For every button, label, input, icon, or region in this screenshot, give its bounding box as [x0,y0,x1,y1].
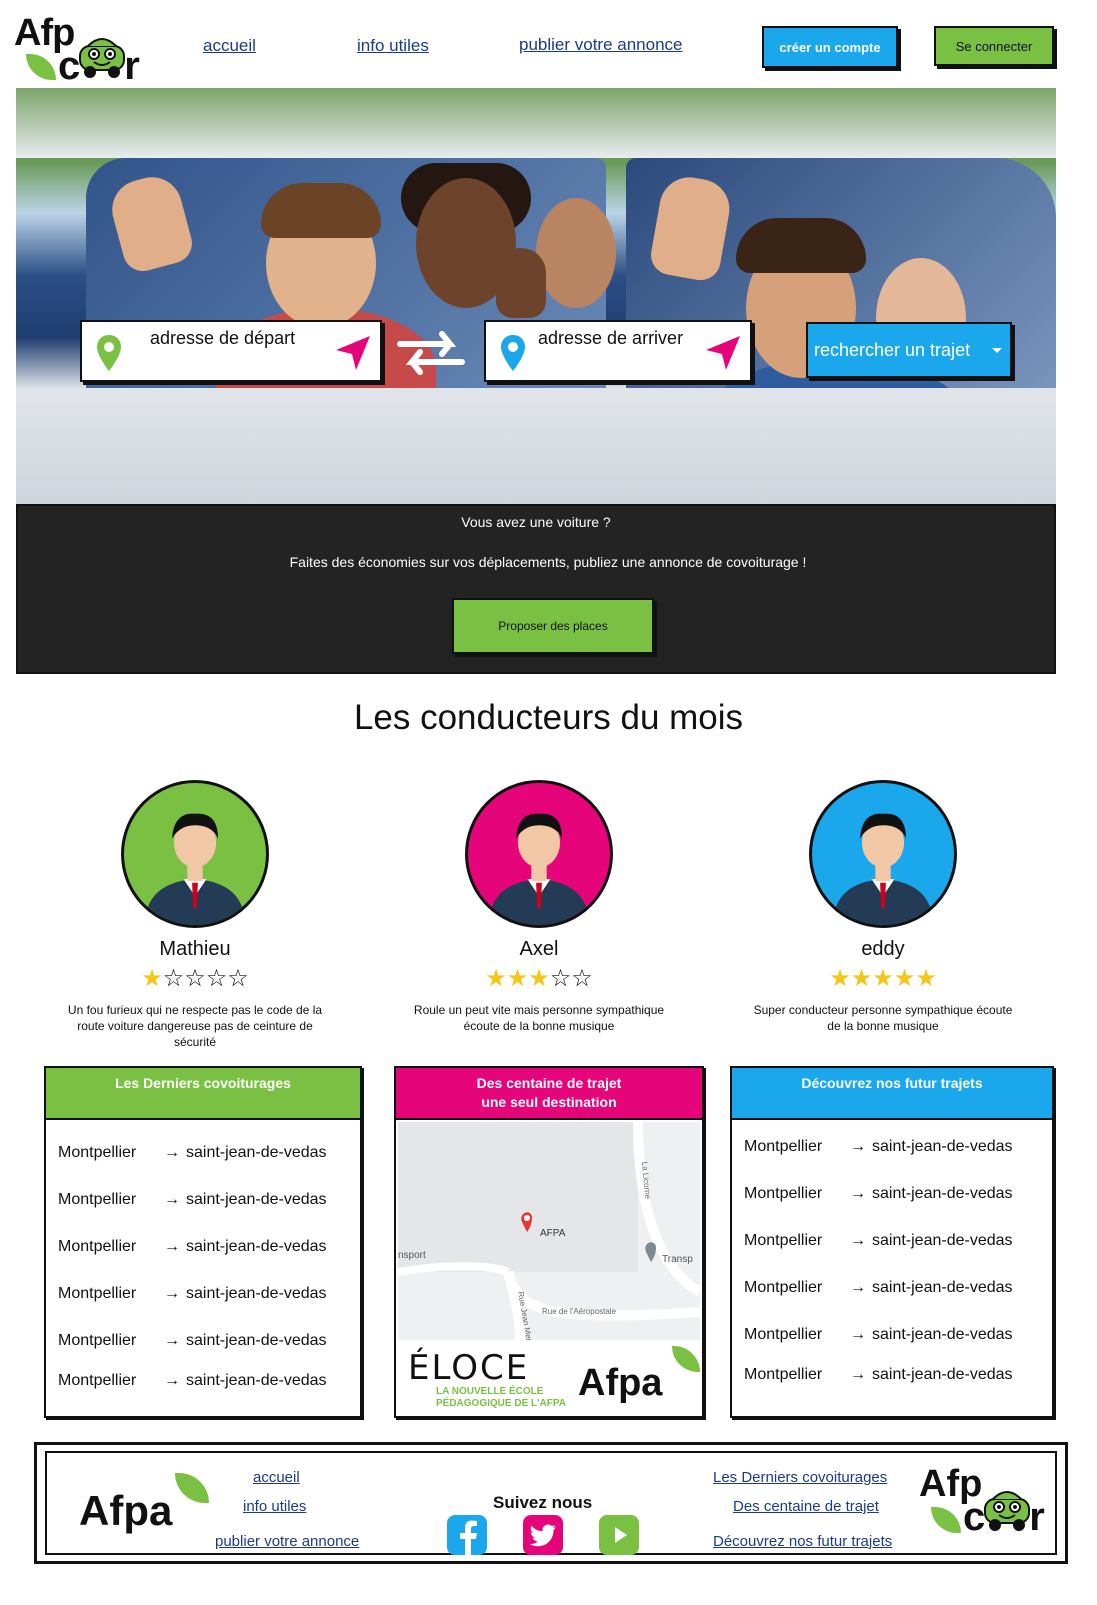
map-pin-icon [96,334,122,372]
list-item[interactable]: Montpellier → saint-jean-de-vedas [58,1372,350,1390]
star-rating: ★☆☆☆☆ [141,965,249,992]
list-item[interactable]: Montpellier → saint-jean-de-vedas [58,1285,350,1303]
nav-info-link[interactable]: info utiles [357,36,429,56]
facebook-icon[interactable] [447,1515,487,1555]
star-rating: ★★★★★ [829,965,937,992]
search-trip-button[interactable]: rechercher un trajet [806,322,1012,378]
dropdown-caret-icon [992,348,1002,353]
departure-address-field[interactable]: adresse de départ [80,320,382,382]
nav-publish-link[interactable]: publier votre annonce [519,35,683,55]
list-item[interactable]: Montpellier → saint-jean-de-vedas [58,1144,350,1162]
driver-name: Mathieu [159,938,231,960]
footer-home-link[interactable]: accueil [253,1469,300,1486]
list-item[interactable]: Montpellier → saint-jean-de-vedas [744,1279,1042,1297]
future-trips-card: Découvrez nos futur trajets Montpellier →… [730,1066,1054,1418]
star-rating: ★★★☆☆ [485,965,593,992]
driver-description: Un fou furieux qui ne respecte pas le co… [67,1003,323,1049]
drivers-section-title: Les conducteurs du mois [353,698,744,737]
twitter-icon[interactable] [523,1515,563,1555]
list-item[interactable]: Montpellier → saint-jean-de-vedas [744,1138,1042,1156]
avatar [121,780,269,928]
leaf-icon [931,1507,961,1533]
car-mascot-icon [76,32,128,80]
last-trips-card: Les Derniers covoiturages Montpellier → sa… [44,1066,362,1418]
svg-text:AFPA: AFPA [540,1228,566,1239]
leaf-icon [175,1473,209,1503]
login-button[interactable]: Se connecter [934,26,1054,66]
location-map[interactable]: AFPA Transp nsport Rue de l'Aéropostale … [398,1122,700,1340]
leaf-icon [672,1346,700,1372]
promo-question: Vous avez une voiture ? [461,514,611,530]
list-item[interactable]: Montpellier → saint-jean-de-vedas [58,1238,350,1256]
list-item[interactable]: Montpellier → saint-jean-de-vedas [744,1232,1042,1250]
propose-seats-button[interactable]: Proposer des places [452,598,654,654]
arrival-address-field[interactable]: adresse de arriver [484,320,752,382]
afpcar-logo[interactable]: Afp cr [14,10,154,90]
promo-description: Faites des économies sur vos déplacement… [289,554,807,570]
promo-band: Vous avez une voiture ? Faites des écono… [16,504,1056,674]
list-item[interactable]: Montpellier → saint-jean-de-vedas [58,1332,350,1350]
youtube-icon[interactable] [599,1515,639,1555]
navigate-arrow-icon[interactable] [704,334,742,372]
driver-description: Super conducteur personne sympathique éc… [753,1003,1013,1033]
footer-destination-link[interactable]: Des centaine de trajet [733,1498,879,1515]
departure-placeholder: adresse de départ [150,328,296,348]
list-item[interactable]: Montpellier → saint-jean-de-vedas [744,1366,1042,1384]
site-header: Afp cr accueil info utiles publier votre… [0,0,1097,90]
search-trip-label: rechercher un trajet [814,339,971,360]
navigate-arrow-icon[interactable] [334,334,372,372]
avatar [809,780,957,928]
hero-image [16,88,1056,504]
destination-title: Des centaine de trajet une seul destinat… [394,1066,704,1120]
footer-publish-link[interactable]: publier votre annonce [215,1533,359,1550]
footer-future-trips-link[interactable]: Découvrez nos futur trajets [713,1533,892,1550]
footer-last-trips-link[interactable]: Les Derniers covoiturages [713,1469,887,1486]
list-item[interactable]: Montpellier → saint-jean-de-vedas [744,1326,1042,1344]
list-item[interactable]: Montpellier → saint-jean-de-vedas [744,1185,1042,1203]
svg-text:Rue de l'Aéropostale: Rue de l'Aéropostale [542,1307,617,1316]
eloce-logo: ÉLOCE [408,1348,530,1388]
svg-text:Transp: Transp [662,1254,693,1265]
car-mascot-icon [981,1485,1033,1533]
partner-logos: ÉLOCE LA NOUVELLE ÉCOLE PÉDAGOGIQUE DE L'… [398,1340,700,1416]
driver-description: Roule un peut vite mais personne sympath… [413,1003,665,1033]
leaf-icon [26,54,56,80]
driver-name: Axel [519,938,559,960]
follow-us-label: Suivez nous [493,1493,593,1512]
afpa-logo: Afpa [79,1487,173,1534]
footer-info-link[interactable]: info utiles [243,1498,306,1515]
map-pin-icon [500,334,526,372]
afpcar-logo[interactable]: Afp cr [919,1463,1059,1543]
eloce-subtitle: LA NOUVELLE ÉCOLE PÉDAGOGIQUE DE L'AFPA [436,1386,566,1409]
list-item[interactable]: Montpellier → saint-jean-de-vedas [58,1191,350,1209]
afpa-logo: Afpa [578,1362,663,1404]
last-trips-title: Les Derniers covoiturages [44,1066,362,1120]
swap-arrows-icon[interactable] [396,330,466,376]
future-trips-title: Découvrez nos futur trajets [730,1066,1054,1120]
create-account-button[interactable]: créer un compte [762,26,898,68]
destination-card: Des centaine de trajet une seul destinat… [394,1066,704,1418]
arrival-placeholder: adresse de arriver [538,328,684,348]
avatar [465,780,613,928]
svg-text:nsport: nsport [398,1250,426,1261]
driver-name: eddy [861,938,905,960]
nav-home-link[interactable]: accueil [203,36,256,56]
site-footer: Afpa accueil info utiles publier votre a… [34,1442,1068,1564]
